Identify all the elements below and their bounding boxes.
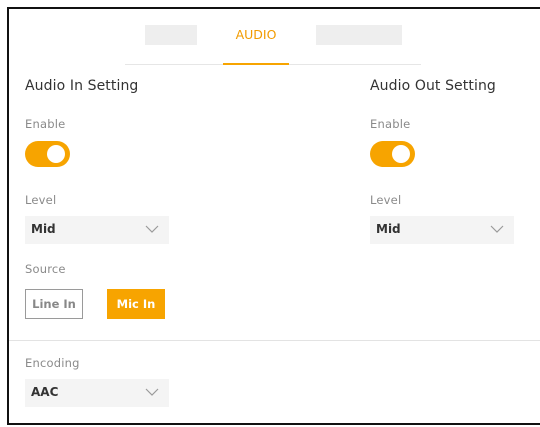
audio-in-level-select[interactable]: Mid: [25, 216, 169, 244]
audio-in-enable-toggle[interactable]: [25, 141, 70, 167]
audio-in-source-label: Source: [25, 262, 66, 276]
source-mic-in-button[interactable]: Mic In: [107, 289, 165, 319]
audio-out-enable-label: Enable: [370, 117, 411, 131]
audio-out-title: Audio Out Setting: [370, 78, 496, 94]
toggle-knob: [47, 145, 65, 163]
chevron-down-icon: [145, 388, 159, 396]
chevron-down-icon: [145, 225, 159, 233]
toggle-knob: [392, 145, 410, 163]
audio-settings-panel: AUDIO Audio In Setting Enable Level Mid …: [7, 7, 540, 425]
tab-placeholder-right[interactable]: [316, 25, 402, 45]
audio-out-enable-toggle[interactable]: [370, 141, 415, 167]
audio-out-level-label: Level: [370, 193, 402, 207]
tab-audio[interactable]: AUDIO: [223, 25, 289, 65]
audio-in-level-label: Level: [25, 193, 57, 207]
audio-in-title: Audio In Setting: [25, 78, 139, 94]
audio-out-level-select[interactable]: Mid: [370, 216, 514, 244]
chevron-down-icon: [490, 225, 504, 233]
audio-in-encoding-label: Encoding: [25, 356, 80, 370]
source-line-in-button[interactable]: Line In: [25, 289, 83, 319]
audio-in-enable-label: Enable: [25, 117, 66, 131]
divider: [9, 340, 540, 341]
audio-in-level-value: Mid: [31, 222, 56, 236]
audio-in-encoding-value: AAC: [31, 385, 59, 399]
tab-bar: AUDIO: [125, 25, 421, 65]
tab-placeholder-left[interactable]: [145, 25, 197, 45]
audio-in-encoding-select[interactable]: AAC: [25, 379, 169, 407]
audio-out-level-value: Mid: [376, 222, 401, 236]
